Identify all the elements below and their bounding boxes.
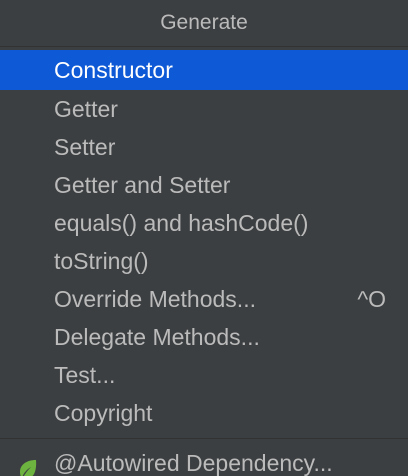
menu-item-delegate-methods[interactable]: Delegate Methods...: [0, 318, 408, 356]
menu-item-autowired-dependency[interactable]: @Autowired Dependency...: [0, 441, 408, 476]
menu-item-getter-and-setter[interactable]: Getter and Setter: [0, 166, 408, 204]
menu-item-constructor[interactable]: Constructor: [0, 50, 408, 90]
menu-item-equals-hashcode[interactable]: equals() and hashCode(): [0, 204, 408, 242]
menu-item-label: Constructor: [54, 57, 173, 83]
menu-item-label: Test...: [54, 362, 116, 388]
menu-item-label: Copyright: [54, 400, 153, 426]
menu-item-copyright[interactable]: Copyright: [0, 394, 408, 432]
menu-item-label: Override Methods...: [54, 286, 256, 312]
menu-item-label: Setter: [54, 134, 116, 160]
menu-item-test[interactable]: Test...: [0, 356, 408, 394]
menu-separator: [0, 438, 408, 439]
menu-item-setter[interactable]: Setter: [0, 128, 408, 166]
generate-menu: Constructor Getter Setter Getter and Set…: [0, 50, 408, 432]
menu-item-override-methods[interactable]: Override Methods... ^O: [0, 280, 408, 318]
popup-title: Generate: [0, 0, 408, 47]
menu-item-label: Delegate Methods...: [54, 324, 260, 350]
menu-item-label: Getter: [54, 96, 118, 122]
shortcut-hint: ^O: [357, 286, 386, 312]
menu-item-label: Getter and Setter: [54, 172, 231, 198]
generate-popup: Generate Constructor Getter Setter Gette…: [0, 0, 408, 476]
menu-item-tostring[interactable]: toString(): [0, 242, 408, 280]
menu-item-label: toString(): [54, 248, 149, 274]
spring-leaf-icon: [16, 451, 40, 476]
menu-item-label: equals() and hashCode(): [54, 210, 309, 236]
menu-item-getter[interactable]: Getter: [0, 90, 408, 128]
menu-item-label: @Autowired Dependency...: [54, 450, 333, 476]
